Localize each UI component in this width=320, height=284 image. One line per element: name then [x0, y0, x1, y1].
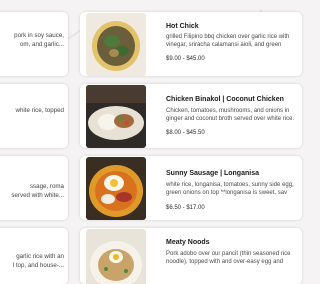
bowl-with-greens-icon — [86, 13, 146, 76]
menu-item-title: Sunny Sausage | Longanisa — [166, 170, 259, 177]
egg-plate-icon — [86, 157, 146, 220]
menu-item-description: grilled Filipino bbq chicken over garlic… — [166, 34, 290, 49]
menu-item-price: $8.00 - $45.50 — [166, 130, 205, 136]
menu-item-card[interactable]: Hot Chick grilled Filipino bbq chicken o… — [80, 12, 302, 76]
menu-item-card[interactable]: Meaty Noods Pork adobo over our pancit (… — [80, 228, 302, 284]
plated-rice-icon — [86, 85, 146, 148]
menu-item-description: Pork adobo over our pancit (thin seasone… — [166, 251, 291, 266]
menu-item-left-description: pork in soy sauce, om, and garlic... — [14, 32, 64, 48]
menu-item-card[interactable]: Sunny Sausage | Longanisa white rice, lo… — [80, 156, 302, 220]
menu-item-title: Chicken Binakol | Coconut Chicken — [166, 96, 284, 103]
menu-item-left-description: garlic rice with an l top, and house-... — [12, 253, 64, 269]
menu-item-price: $6.50 - $17.00 — [166, 205, 205, 211]
menu-item-left-card[interactable]: ssage, roma served with white... — [0, 156, 68, 220]
menu-item-description: Chicken, tomatoes, mushrooms, and onions… — [166, 108, 295, 123]
menu-item-left-description: ssage, roma served with white... — [11, 183, 64, 199]
menu-item-left-description: white rice, topped — [15, 107, 65, 114]
menu-item-card[interactable]: Chicken Binakol | Coconut Chicken Chicke… — [80, 84, 302, 148]
menu-item-description: white rice, longanisa, tomatoes, sunny s… — [166, 182, 294, 197]
menu-item-left-card[interactable]: garlic rice with an l top, and house-... — [0, 228, 68, 284]
menu-item-price: $9.00 - $45.00 — [166, 56, 205, 62]
menu-item-title: Hot Chick — [166, 23, 199, 30]
menu-item-title: Meaty Noods — [166, 239, 210, 246]
noodle-plate-icon — [86, 229, 146, 284]
menu-item-left-card[interactable]: white rice, topped — [0, 84, 68, 148]
menu-item-left-card[interactable]: pork in soy sauce, om, and garlic... — [0, 12, 68, 76]
